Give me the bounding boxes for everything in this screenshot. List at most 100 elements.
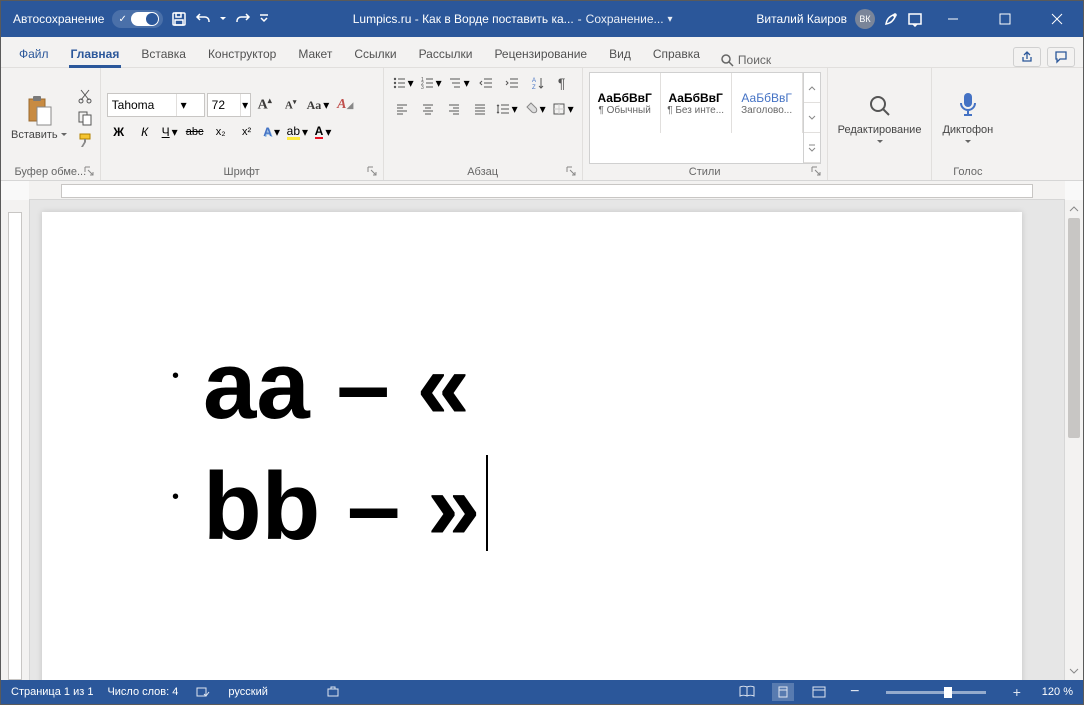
tab-layout[interactable]: Макет [288,41,342,67]
tell-me-search[interactable]: Поиск [720,53,771,67]
tab-design[interactable]: Конструктор [198,41,286,67]
italic-button[interactable]: К [133,121,157,143]
scroll-down-button[interactable] [1065,662,1083,680]
copy-button[interactable] [76,109,94,127]
show-marks-button[interactable]: ¶ [550,72,574,94]
document-line-2[interactable]: • bb – » [172,443,962,564]
gallery-down-button[interactable] [804,103,820,133]
undo-dropdown[interactable] [219,15,227,23]
zoom-out-button[interactable]: − [844,683,866,701]
dialog-launcher-icon[interactable] [566,166,576,176]
increase-indent-button[interactable] [500,72,524,94]
word-count[interactable]: Число слов: 4 [107,686,178,698]
dictate-button[interactable]: Диктофон [938,72,997,164]
strikethrough-button[interactable]: abc [183,121,207,143]
chevron-down-icon[interactable]: ▾ [240,94,250,116]
decrease-indent-button[interactable] [474,72,498,94]
numbering-button[interactable]: 123▾ [418,72,444,94]
accessibility-icon[interactable] [322,683,344,701]
bold-button[interactable]: Ж [107,121,131,143]
maximize-button[interactable] [983,1,1027,37]
zoom-slider[interactable] [886,691,986,694]
style-no-spacing[interactable]: АаБбВвГ¶ Без инте... [661,73,732,133]
zoom-level[interactable]: 120 % [1042,686,1073,698]
ribbon-display-icon[interactable] [907,11,923,27]
zoom-knob[interactable] [944,687,952,698]
change-case-button[interactable]: Aa▾ [305,94,332,116]
dialog-launcher-icon[interactable] [811,166,821,176]
gallery-up-button[interactable] [804,73,820,103]
shrink-font-button[interactable]: A▾ [279,94,303,116]
undo-icon[interactable] [195,11,211,27]
style-heading1[interactable]: АаБбВвГЗаголово... [732,73,803,133]
document-line-1[interactable]: • aa – « [172,328,962,443]
underline-button[interactable]: Ч▾ [159,121,181,143]
editing-button[interactable]: Редактирование [834,72,926,164]
align-left-button[interactable] [390,98,414,120]
page[interactable]: • aa – « • bb – » [42,212,1022,680]
font-name-combo[interactable]: ▾ [107,93,205,117]
minimize-button[interactable] [931,1,975,37]
print-layout-button[interactable] [772,683,794,701]
cut-button[interactable] [76,87,94,105]
superscript-button[interactable]: x² [235,121,259,143]
tab-view[interactable]: Вид [599,41,641,67]
subscript-button[interactable]: x₂ [209,121,233,143]
scroll-up-button[interactable] [1065,200,1083,218]
font-color-button[interactable]: A▾ [312,121,334,143]
tab-review[interactable]: Рецензирование [484,41,597,67]
sort-button[interactable]: AZ [526,72,548,94]
share-button[interactable] [1013,47,1041,67]
format-painter-button[interactable] [76,131,94,149]
align-right-button[interactable] [442,98,466,120]
clear-formatting-button[interactable]: A◢ [333,94,357,116]
dialog-launcher-icon[interactable] [84,166,94,176]
title-dropdown-icon[interactable]: ▾ [668,14,673,25]
comments-button[interactable] [1047,47,1075,67]
tab-home[interactable]: Главная [61,41,130,67]
close-button[interactable] [1035,1,1079,37]
font-size-combo[interactable]: ▾ [207,93,251,117]
zoom-in-button[interactable]: + [1006,683,1028,701]
user-avatar[interactable]: ВК [855,9,875,29]
align-center-button[interactable] [416,98,440,120]
gallery-more-button[interactable] [804,133,820,163]
page-status[interactable]: Страница 1 из 1 [11,686,93,698]
justify-button[interactable] [468,98,492,120]
language-status[interactable]: русский [228,686,267,698]
save-icon[interactable] [171,11,187,27]
styles-gallery[interactable]: АаБбВвГ¶ Обычный АаБбВвГ¶ Без инте... Аа… [589,72,821,164]
borders-button[interactable]: ▾ [550,98,576,120]
font-name-input[interactable] [108,98,176,112]
coming-soon-icon[interactable] [883,11,899,27]
dialog-launcher-icon[interactable] [367,166,377,176]
autosave-toggle[interactable]: ✓ [112,10,162,28]
tab-file[interactable]: Файл [9,41,59,67]
qat-customize-icon[interactable] [259,11,269,27]
scroll-thumb[interactable] [1068,218,1080,438]
read-mode-button[interactable] [736,683,758,701]
paste-button[interactable]: Вставить [7,72,72,164]
tab-insert[interactable]: Вставка [131,41,196,67]
spell-check-icon[interactable] [192,683,214,701]
line-spacing-button[interactable]: ▾ [494,98,520,120]
bullets-button[interactable]: ▾ [390,72,416,94]
tab-references[interactable]: Ссылки [344,41,406,67]
font-size-input[interactable] [208,98,240,112]
text-effects-button[interactable]: A▾ [261,121,283,143]
horizontal-ruler[interactable] [29,181,1065,200]
chevron-down-icon[interactable]: ▾ [176,94,191,116]
tab-help[interactable]: Справка [643,41,710,67]
document-canvas[interactable]: • aa – « • bb – » [30,200,1064,680]
vertical-scrollbar[interactable] [1064,200,1083,680]
chevron-down-icon [964,138,972,146]
multilevel-list-button[interactable]: ▾ [446,72,472,94]
web-layout-button[interactable] [808,683,830,701]
style-normal[interactable]: АаБбВвГ¶ Обычный [590,73,661,133]
shading-button[interactable]: ▾ [522,98,548,120]
redo-icon[interactable] [235,11,251,27]
highlight-button[interactable]: ab▾ [285,121,310,143]
vertical-ruler[interactable] [1,200,30,680]
grow-font-button[interactable]: A▴ [253,94,277,116]
tab-mailings[interactable]: Рассылки [409,41,483,67]
